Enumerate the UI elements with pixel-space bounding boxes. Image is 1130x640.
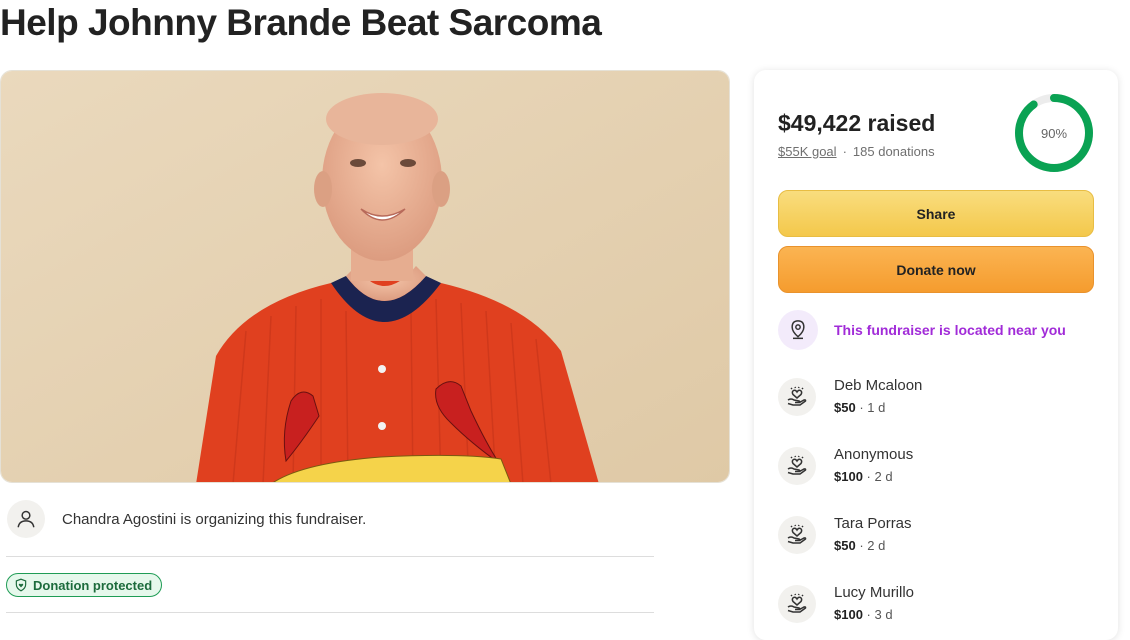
goal-row: $55K goal · 185 donations [778, 144, 935, 159]
donation-time: · 3 d [866, 607, 893, 622]
donation-protected-badge[interactable]: Donation protected [6, 573, 163, 597]
organizer-avatar[interactable] [7, 500, 45, 538]
donation-meta: $100 · 3 d [834, 605, 914, 625]
donation-amount: $50 [834, 400, 856, 415]
donation-time: · 2 d [866, 469, 893, 484]
donation-amount: $100 [834, 469, 863, 484]
progress-percent: 90% [1040, 125, 1068, 141]
share-button[interactable]: Share [778, 190, 1094, 237]
donor-name: Deb Mcaloon [834, 377, 923, 394]
donation-text: Lucy Murillo $100 · 3 d [834, 583, 914, 625]
organizer-text: Chandra Agostini is organizing this fund… [62, 510, 367, 528]
organizer-row: Chandra Agostini is organizing this fund… [7, 500, 366, 538]
donor-name: Lucy Murillo [834, 584, 915, 601]
donation-item: Tara Porras $50 · 2 d [778, 514, 912, 556]
donation-item: Lucy Murillo $100 · 3 d [778, 583, 914, 625]
badge-label: Donation protected [33, 577, 153, 593]
hand-heart-icon [787, 593, 807, 613]
divider [6, 556, 654, 557]
amount-raised: $49,422 raised [778, 110, 936, 136]
donation-item: Deb Mcaloon $50 · 1 d [778, 376, 922, 418]
hand-heart-icon [787, 524, 807, 544]
donation-heart-icon-wrap [778, 516, 816, 554]
donation-count: 185 donations [852, 144, 935, 159]
donation-meta: $50 · 1 d [834, 398, 922, 418]
donation-time: · 1 d [859, 400, 886, 415]
hand-heart-icon [787, 386, 807, 406]
fundraiser-photo [0, 70, 730, 483]
divider [6, 612, 654, 613]
donation-heart-icon-wrap [778, 447, 816, 485]
donation-amount: $50 [834, 538, 856, 553]
donation-card: $49,422 raised $55K goal · 185 donations 9… [754, 70, 1118, 640]
person-icon [17, 510, 35, 528]
hand-heart-icon [787, 455, 807, 475]
donation-meta: $50 · 2 d [834, 536, 912, 556]
donation-meta: $100 · 2 d [834, 467, 913, 487]
donation-text: Anonymous $100 · 2 d [834, 445, 913, 487]
donation-heart-icon-wrap [778, 585, 816, 623]
location-pin-icon [791, 320, 805, 340]
donation-amount: $100 [834, 607, 863, 622]
location-notice[interactable]: This fundraiser is located near you [778, 310, 1066, 350]
goal-link[interactable]: $55K goal [778, 144, 837, 159]
donation-text: Deb Mcaloon $50 · 1 d [834, 376, 922, 418]
separator: · [842, 144, 847, 159]
donation-item: Anonymous $100 · 2 d [778, 445, 913, 487]
page-title: Help Johnny Brande Beat Sarcoma [0, 2, 602, 43]
donation-text: Tara Porras $50 · 2 d [834, 514, 912, 556]
donation-time: · 2 d [859, 538, 886, 553]
donation-heart-icon-wrap [778, 378, 816, 416]
donor-name: Tara Porras [834, 515, 912, 532]
location-icon-wrap [778, 310, 818, 350]
donate-now-button[interactable]: Donate now [778, 246, 1094, 293]
location-text: This fundraiser is located near you [834, 322, 1066, 338]
shield-heart-icon [15, 578, 27, 592]
donor-name: Anonymous [834, 446, 914, 463]
